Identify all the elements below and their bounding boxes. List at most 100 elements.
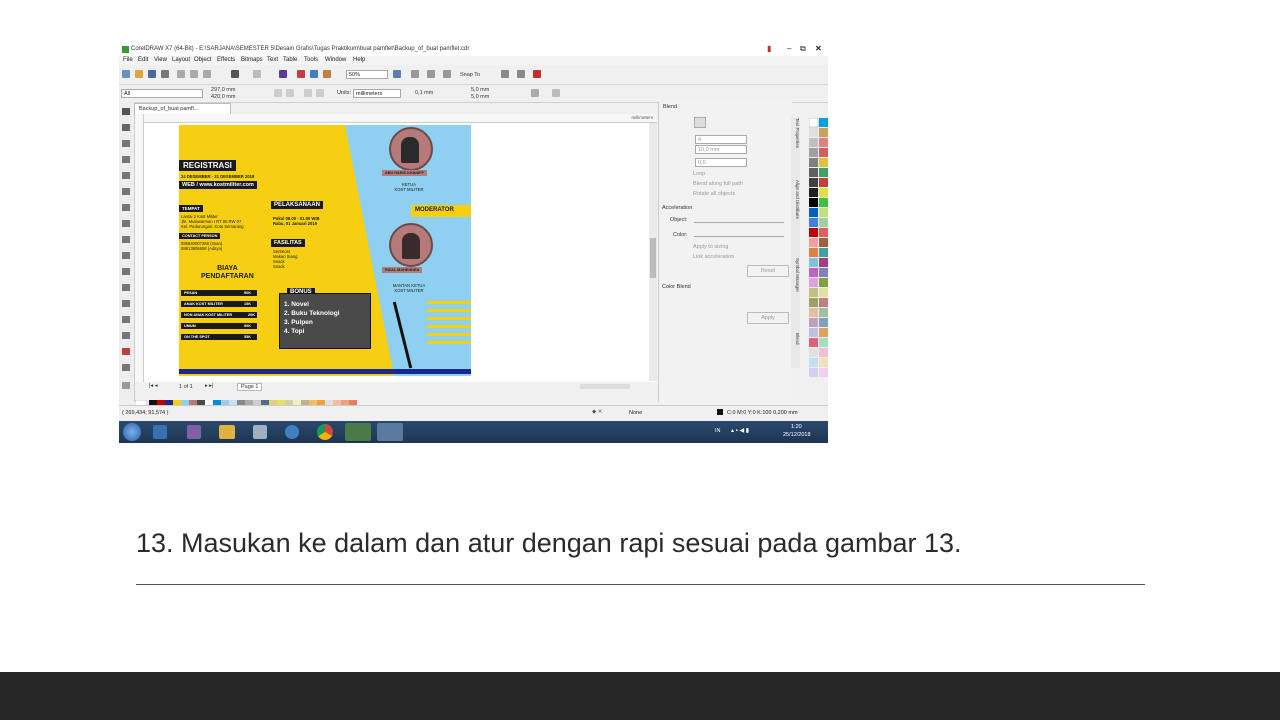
open-icon[interactable] [135,70,143,78]
crosshair-icon[interactable] [552,89,560,97]
apply-sizing-checkbox[interactable]: Apply to sizing [693,244,728,250]
copy-icon[interactable] [190,70,198,78]
loop-checkbox[interactable]: Loop [693,171,705,177]
object-accel-slider[interactable] [694,222,784,223]
welcome-screen-icon[interactable] [533,70,541,78]
paste-icon[interactable] [203,70,211,78]
parallel-dimension-tool-icon[interactable] [122,268,130,275]
menu-table[interactable]: Table [283,57,297,63]
start-button-icon[interactable] [123,423,141,441]
window-taskbar-icon[interactable] [377,423,403,441]
input-language[interactable]: IN [715,428,721,434]
document-icon[interactable] [253,425,267,439]
blend-steps-input[interactable]: 4 [695,135,747,144]
snap-to-dropdown[interactable]: Snap To [460,72,480,78]
scrollbar-thumb[interactable] [650,238,656,278]
tab-text-properties[interactable]: Text Properties [791,118,800,178]
blend-full-path-checkbox[interactable]: Blend along full path [693,181,743,187]
media-player-icon[interactable] [153,425,167,439]
vertical-ruler[interactable] [135,114,144,382]
interactive-fill-tool-icon[interactable] [122,348,130,355]
width-value[interactable]: 297,0 mm [211,87,235,93]
crop-tool-icon[interactable] [122,140,130,147]
menu-text[interactable]: Text [267,57,278,63]
color-palette-swatches[interactable] [808,117,828,388]
options-icon[interactable] [501,70,509,78]
ellipse-tool-icon[interactable] [122,220,130,227]
show-guidelines-icon[interactable] [443,70,451,78]
menu-edit[interactable]: Edit [138,57,148,63]
show-grid-icon[interactable] [427,70,435,78]
clock-date[interactable]: 25/12/2018 [783,432,811,438]
horizontal-scrollbar[interactable] [580,384,630,389]
text-tool-icon[interactable] [122,252,130,259]
transparency-tool-icon[interactable] [122,316,130,323]
next-page-icon[interactable]: ▸ ▸| [205,383,213,389]
menu-bitmaps[interactable]: Bitmaps [241,57,263,63]
zoom-tool-icon[interactable] [122,156,130,163]
options-icon[interactable] [531,89,539,97]
all-pages-icon[interactable] [304,89,312,97]
blend-angle-input[interactable]: 0,0 [695,158,747,167]
clock-time[interactable]: 1:20 [791,424,802,430]
apply-button[interactable]: Apply [747,312,789,324]
add-tool-icon[interactable] [122,382,130,389]
chrome-icon[interactable] [317,424,333,440]
help-icon[interactable]: ▮ [767,44,771,53]
paint-icon[interactable] [285,425,299,439]
tab-symbol-manager[interactable]: Symbol Manager [791,258,800,318]
flyer-artwork[interactable]: REGISTRASI 24 DESEMBER - 31 DESEMBER 201… [179,125,471,376]
save-icon[interactable] [148,70,156,78]
menu-help[interactable]: Help [353,57,365,63]
app-icon[interactable] [187,425,201,439]
menu-object[interactable]: Object [194,57,211,63]
undo-icon[interactable] [231,70,239,78]
close-button[interactable]: ✕ [815,44,822,53]
rectangle-tool-icon[interactable] [122,204,130,211]
menu-tools[interactable]: Tools [304,57,318,63]
blend-spacing-input[interactable]: 10,0 mm [695,145,747,154]
vertical-scrollbar[interactable] [649,123,657,381]
landscape-icon[interactable] [286,89,294,97]
restore-button[interactable]: ⧉ [800,44,806,54]
print-icon[interactable] [161,70,169,78]
shape-tool-icon[interactable] [122,124,130,131]
redo-icon[interactable] [253,70,261,78]
object-filter-select[interactable]: All [121,89,203,98]
zoom-level-select[interactable]: 50% [346,70,388,79]
duplicate-y[interactable]: 5,0 mm [471,94,489,100]
artistic-media-tool-icon[interactable] [122,188,130,195]
search-content-icon[interactable] [279,70,287,78]
drop-shadow-tool-icon[interactable] [122,300,130,307]
eyedropper-tool-icon[interactable] [122,332,130,339]
menu-view[interactable]: View [154,57,167,63]
minimize-button[interactable]: – [787,44,791,53]
new-icon[interactable] [122,70,130,78]
app-launcher-icon[interactable] [517,70,525,78]
export-icon[interactable] [310,70,318,78]
rotate-all-checkbox[interactable]: Rotate all objects [693,191,735,197]
full-screen-icon[interactable] [393,70,401,78]
height-value[interactable]: 420,0 mm [211,94,235,100]
coreldraw-taskbar-icon[interactable] [345,423,371,441]
pick-tool-icon[interactable] [122,108,130,115]
page-tab[interactable]: Page 1 [237,383,263,391]
menu-effects[interactable]: Effects [217,57,235,63]
reset-button[interactable]: Reset [747,265,789,277]
duplicate-x[interactable]: 5,0 mm [471,87,489,93]
units-select[interactable]: millimeters [353,89,401,98]
menu-window[interactable]: Window [325,57,346,63]
show-rulers-icon[interactable] [411,70,419,78]
blend-preset-icon[interactable] [694,117,706,128]
cut-icon[interactable] [177,70,185,78]
tab-blend[interactable]: Blend [791,333,800,363]
portrait-icon[interactable] [274,89,282,97]
nudge-value[interactable]: 0,1 mm [415,90,433,96]
menu-layout[interactable]: Layout [172,57,190,63]
horizontal-ruler[interactable]: millimeters [143,114,657,123]
tray-icons[interactable]: ▴ ▪ ◀ ▮ [731,427,749,434]
smart-fill-tool-icon[interactable] [122,364,130,371]
publish-pdf-icon[interactable] [323,70,331,78]
import-icon[interactable] [297,70,305,78]
menu-file[interactable]: File [123,57,133,63]
